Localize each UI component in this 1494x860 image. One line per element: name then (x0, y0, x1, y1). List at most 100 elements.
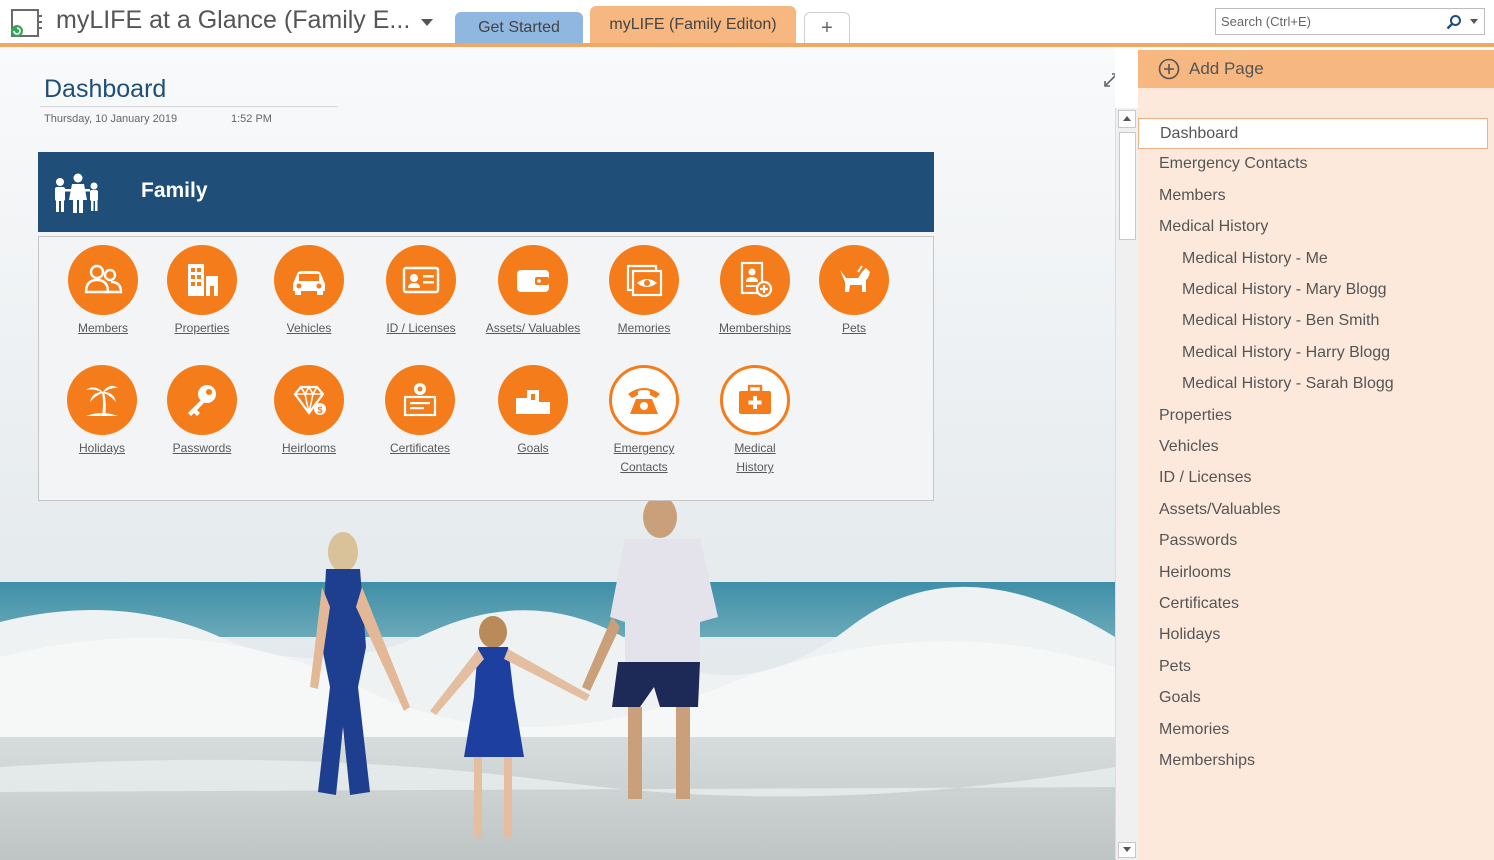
memories-tile[interactable]: Memories (584, 245, 704, 338)
photo-eye-icon (626, 264, 663, 297)
medical-history-button[interactable] (720, 365, 790, 435)
add-page-button[interactable]: Add Page (1138, 50, 1494, 88)
tab-label: Get Started (478, 19, 560, 36)
page-list-item[interactable]: Medical History - Me (1138, 244, 1488, 275)
add-section-button[interactable]: + (804, 12, 850, 44)
page-time: 1:52 PM (231, 113, 272, 125)
properties-button[interactable] (167, 245, 237, 315)
page-list-item[interactable]: Passwords (1138, 526, 1488, 557)
emergency-contacts-button[interactable] (609, 365, 679, 435)
phone-icon (628, 388, 660, 414)
goals-tile[interactable]: Goals (473, 365, 593, 458)
search-input[interactable]: Search (Ctrl+E) (1215, 8, 1485, 35)
page-list-item[interactable]: Memberships (1138, 746, 1488, 777)
certificates-button[interactable] (385, 365, 455, 435)
tile-label[interactable]: Emergency Contacts (584, 439, 704, 477)
page-list-item[interactable]: Pets (1138, 652, 1488, 683)
id-card-icon (402, 266, 440, 294)
pets-button[interactable] (819, 245, 889, 315)
page-list-item-label: Passwords (1159, 532, 1238, 550)
tile-label[interactable]: Vehicles (249, 319, 369, 338)
heirlooms-button[interactable]: $ (274, 365, 344, 435)
members-button[interactable] (68, 245, 138, 315)
membership-card-icon (740, 261, 773, 298)
search-icon[interactable] (1446, 14, 1462, 30)
holidays-button[interactable] (67, 365, 137, 435)
tile-label[interactable]: Passwords (142, 439, 262, 458)
notebook-title[interactable]: myLIFE at a Glance (Family E... (56, 6, 410, 35)
tile-label[interactable]: Medical History (695, 439, 815, 477)
assets-valuables-button[interactable] (498, 245, 568, 315)
vertical-scrollbar[interactable] (1115, 108, 1138, 860)
page-list-item[interactable]: Goals (1138, 683, 1488, 714)
notebook-icon[interactable] (8, 7, 44, 39)
scroll-up-button[interactable] (1118, 110, 1136, 128)
notebook-dropdown-icon[interactable] (418, 14, 436, 30)
page-list-item[interactable]: Vehicles (1138, 432, 1488, 463)
page-list-item-label: Goals (1159, 689, 1201, 707)
emergency-contacts-tile[interactable]: Emergency Contacts (584, 365, 704, 477)
pets-tile[interactable]: Pets (794, 245, 914, 338)
diamond-icon: $ (293, 385, 326, 415)
properties-tile[interactable]: Properties (142, 245, 262, 338)
page-list-item[interactable]: Medical History - Ben Smith (1138, 306, 1488, 337)
page-list-item[interactable]: Properties (1138, 401, 1488, 432)
family-icon (55, 173, 98, 213)
scroll-thumb[interactable] (1119, 132, 1136, 240)
page-list-item[interactable]: Holidays (1138, 620, 1488, 651)
scroll-down-button[interactable] (1118, 842, 1136, 858)
tile-label[interactable]: Pets (794, 319, 914, 338)
page-list-item-label: Dashboard (1160, 125, 1239, 142)
page-list-item[interactable]: Medical History (1138, 212, 1488, 243)
add-circle-icon (1158, 58, 1180, 80)
tile-label[interactable]: Memories (584, 319, 704, 338)
medical-kit-icon (739, 384, 771, 414)
certificates-tile[interactable]: Certificates (360, 365, 480, 458)
page-list-item[interactable]: Dashboard (1138, 118, 1488, 149)
page-list-item-label: Medical History - Me (1182, 249, 1328, 267)
passwords-button[interactable] (167, 365, 237, 435)
page-list-item-label: Heirlooms (1159, 563, 1232, 581)
passwords-tile[interactable]: Passwords (142, 365, 262, 458)
vehicles-tile[interactable]: Vehicles (249, 245, 369, 338)
assets-valuables-tile[interactable]: Assets/ Valuables (473, 245, 593, 338)
tile-label[interactable]: Goals (473, 439, 593, 458)
page-list-item[interactable]: Members (1138, 181, 1488, 212)
title-bar: myLIFE at a Glance (Family E... Get Star… (0, 0, 1494, 44)
vehicles-button[interactable] (274, 245, 344, 315)
search-scope-dropdown-icon[interactable] (1470, 19, 1478, 25)
page-title[interactable]: Dashboard (44, 75, 166, 104)
tile-label[interactable]: Certificates (360, 439, 480, 458)
goals-button[interactable] (498, 365, 568, 435)
page-list-item[interactable]: Emergency Contacts (1138, 149, 1488, 180)
page-list-item[interactable]: Certificates (1138, 589, 1488, 620)
tab-get-started[interactable]: Get Started (455, 12, 583, 44)
page-list-item-label: Vehicles (1159, 438, 1219, 455)
id-licenses-button[interactable] (386, 245, 456, 315)
page-list-item-label: Holidays (1159, 626, 1221, 644)
medical-history-tile[interactable]: Medical History (695, 365, 815, 477)
section-title: Family (141, 179, 208, 202)
page-list-item[interactable]: Assets/Valuables (1138, 495, 1488, 526)
page-list-item[interactable]: Medical History - Mary Blogg (1138, 275, 1488, 306)
page-list-item[interactable]: ID / Licenses (1138, 463, 1488, 494)
chevron-up-icon (1123, 116, 1131, 121)
expand-icon[interactable] (1102, 71, 1115, 89)
memories-button[interactable] (609, 245, 679, 315)
icon-launcher-panel: Members Properties Vehicles ID / License… (38, 236, 934, 501)
tile-label[interactable]: Properties (142, 319, 262, 338)
tile-label[interactable]: Assets/ Valuables (473, 319, 593, 338)
page-list-item[interactable]: Heirlooms (1138, 558, 1488, 589)
page-list-item-label: ID / Licenses (1159, 469, 1252, 487)
tab-mylife-family[interactable]: myLIFE (Family Editon) (590, 6, 796, 44)
page-list-item[interactable]: Medical History - Harry Blogg (1138, 338, 1488, 369)
tile-label[interactable]: Heirlooms (249, 439, 369, 458)
heirlooms-tile[interactable]: $ Heirlooms (249, 365, 369, 458)
page-list-item[interactable]: Medical History - Sarah Blogg (1138, 369, 1488, 400)
certificate-icon (403, 383, 437, 417)
tile-label[interactable]: ID / Licenses (361, 319, 481, 338)
page-canvas[interactable]: Dashboard Thursday, 10 January 2019 1:52… (0, 47, 1115, 860)
page-list-item[interactable]: Memories (1138, 715, 1488, 746)
memberships-button[interactable] (720, 245, 790, 315)
id-licenses-tile[interactable]: ID / Licenses (361, 245, 481, 338)
